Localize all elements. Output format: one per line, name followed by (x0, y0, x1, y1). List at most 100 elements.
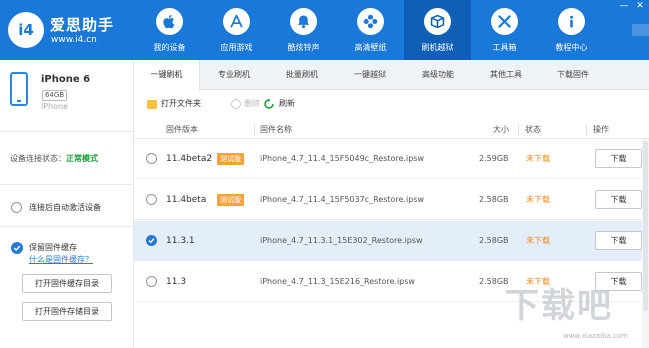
iphone-icon (10, 72, 28, 106)
download-button[interactable]: 下载 (595, 149, 642, 168)
tab-other-tools[interactable]: 其他工具 (472, 60, 540, 90)
firmware-version: 11.4beta (166, 195, 207, 205)
keep-firmware-checkbox[interactable] (11, 242, 23, 254)
tab-bar: 一键刷机 专业刷机 批量刷机 一键越狱 高级功能 其他工具 下载固件 (134, 60, 649, 91)
device-name: iPhone 6 (41, 74, 91, 85)
firmware-version: 11.3 (166, 277, 187, 287)
app-url: www.i4.cn (51, 35, 97, 45)
firmware-status: 未下载 (526, 236, 550, 245)
watermark-url: www.xiazaiba.com (563, 332, 628, 340)
close-button[interactable]: ✕ (633, 0, 647, 12)
logo-mark: i4 (8, 12, 44, 48)
delete-icon (231, 99, 241, 109)
nav-toolbox[interactable]: 工具箱 (471, 0, 538, 60)
nav-apps-games[interactable]: 应用游戏 (203, 0, 270, 60)
col-name: 固件名称 (260, 125, 292, 134)
download-button[interactable]: 下载 (595, 190, 642, 209)
nav-ringtones[interactable]: 酷炫铃声 (270, 0, 337, 60)
firmware-version: 11.3.1 (166, 236, 195, 246)
firmware-name: iPhone_4.7_11.3.1_15E302_Restore.ipsw (260, 236, 423, 245)
nav-label: 应用游戏 (220, 43, 253, 52)
table-row[interactable]: 11.3.1 iPhone_4.7_11.3.1_15E302_Restore.… (134, 221, 649, 261)
beta-tag: 测试版 (217, 194, 244, 206)
flower-icon (357, 8, 384, 35)
bell-icon (290, 8, 317, 35)
tab-download-firmware[interactable]: 下载固件 (540, 60, 606, 90)
tab-one-click-jailbreak[interactable]: 一键越狱 (336, 60, 404, 90)
firmware-size: 2.58GB (479, 236, 509, 245)
open-cache-dir-button[interactable]: 打开固件缓存目录 (22, 274, 112, 293)
tab-batch-flash[interactable]: 批量刷机 (268, 60, 336, 90)
download-button[interactable]: 下载 (595, 231, 642, 250)
sidebar: iPhone 6 64GB iPhone 设备连接状态：正常模式 连接后自动激活… (0, 60, 134, 348)
nav-label: 我的设备 (153, 43, 186, 52)
tab-pro-flash[interactable]: 专业刷机 (200, 60, 268, 90)
col-separator (254, 125, 255, 135)
refresh-button[interactable]: 刷新 (279, 98, 295, 110)
col-version: 固件版本 (166, 125, 198, 134)
delete-button[interactable]: 删除 (244, 98, 260, 110)
col-size: 大小 (493, 125, 509, 134)
table-row[interactable]: 11.4beta 测试版 iPhone_4.7_11.4_15F5037c_Re… (134, 180, 649, 220)
nav-label: 工具箱 (492, 43, 517, 52)
box-icon (424, 8, 451, 35)
apple-icon (156, 8, 183, 35)
auto-activate-label[interactable]: 连接后自动激活设备 (29, 202, 101, 213)
nav-label: 刷机越狱 (421, 43, 454, 52)
row-radio-checked[interactable] (146, 235, 157, 246)
toolbar: 打开文件夹 删除 刷新 (134, 90, 649, 118)
status-label: 设备连接状态： (10, 154, 66, 163)
what-is-cache-link[interactable]: 什么是固件缓存？ (29, 254, 93, 265)
app-logo: i4 爱思助手 www.i4.cn (8, 8, 138, 52)
nav-flash-jailbreak[interactable]: 刷机越狱 (404, 0, 471, 60)
firmware-name: iPhone_4.7_11.4_15F5037c_Restore.ipsw (260, 195, 424, 204)
refresh-icon (264, 98, 274, 109)
open-storage-dir-button[interactable]: 打开固件存储目录 (22, 302, 112, 321)
firmware-size: 2.59GB (479, 154, 509, 163)
firmware-status: 未下载 (526, 195, 550, 204)
watermark-text: 下载吧 (505, 286, 613, 326)
check-icon (148, 238, 155, 244)
tab-one-click-flash[interactable]: 一键刷机 (134, 60, 200, 91)
connection-status: 设备连接状态：正常模式 (10, 153, 130, 164)
auto-activate-radio[interactable] (11, 202, 22, 213)
keep-firmware-label[interactable]: 保留固件缓存 (29, 242, 77, 253)
table-row[interactable]: 11.4beta2 测试版 iPhone_4.7_11.4_15F5049c_R… (134, 139, 649, 179)
row-radio[interactable] (146, 276, 157, 287)
device-card: iPhone 6 64GB iPhone (0, 60, 134, 132)
app-store-icon (223, 8, 250, 35)
open-folder-button[interactable]: 打开文件夹 (161, 98, 201, 110)
device-model: iPhone (41, 102, 69, 111)
watermark: 下载吧 www.xiazaiba.com (505, 272, 645, 342)
nav-my-device[interactable]: 我的设备 (136, 0, 203, 60)
firmware-name: iPhone_4.7_11.4_15F5049c_Restore.ipsw (260, 154, 424, 163)
row-radio[interactable] (146, 153, 157, 164)
tab-advanced[interactable]: 高级功能 (404, 60, 472, 90)
nav-wallpapers[interactable]: 高清壁纸 (337, 0, 404, 60)
firmware-size: 2.58GB (479, 195, 509, 204)
nav-label: 高清壁纸 (354, 43, 387, 52)
beta-tag: 测试版 (217, 153, 244, 165)
folder-icon (147, 100, 157, 109)
table-header: 固件版本 固件名称 大小 状态 操作 (134, 121, 649, 139)
divider (0, 184, 134, 185)
side-tab[interactable] (632, 24, 649, 36)
firmware-name: iPhone_4.7_11.3_15E216_Restore.ipsw (260, 277, 415, 286)
capacity-badge: 64GB (42, 90, 68, 101)
check-icon (13, 245, 21, 252)
divider (0, 226, 134, 227)
minimize-button[interactable]: — (617, 0, 631, 12)
info-icon (558, 8, 585, 35)
app-name: 爱思助手 (50, 16, 115, 34)
row-radio[interactable] (146, 194, 157, 205)
col-separator (518, 125, 519, 135)
col-status: 状态 (525, 125, 541, 134)
firmware-version: 11.4beta2 (166, 154, 213, 164)
status-value: 正常模式 (66, 154, 98, 163)
nav-label: 酷炫铃声 (287, 43, 320, 52)
tools-icon (491, 8, 518, 35)
nav-tutorials[interactable]: 教程中心 (538, 0, 605, 60)
col-action: 操作 (593, 125, 609, 134)
col-separator (586, 125, 587, 135)
nav-label: 教程中心 (555, 43, 588, 52)
